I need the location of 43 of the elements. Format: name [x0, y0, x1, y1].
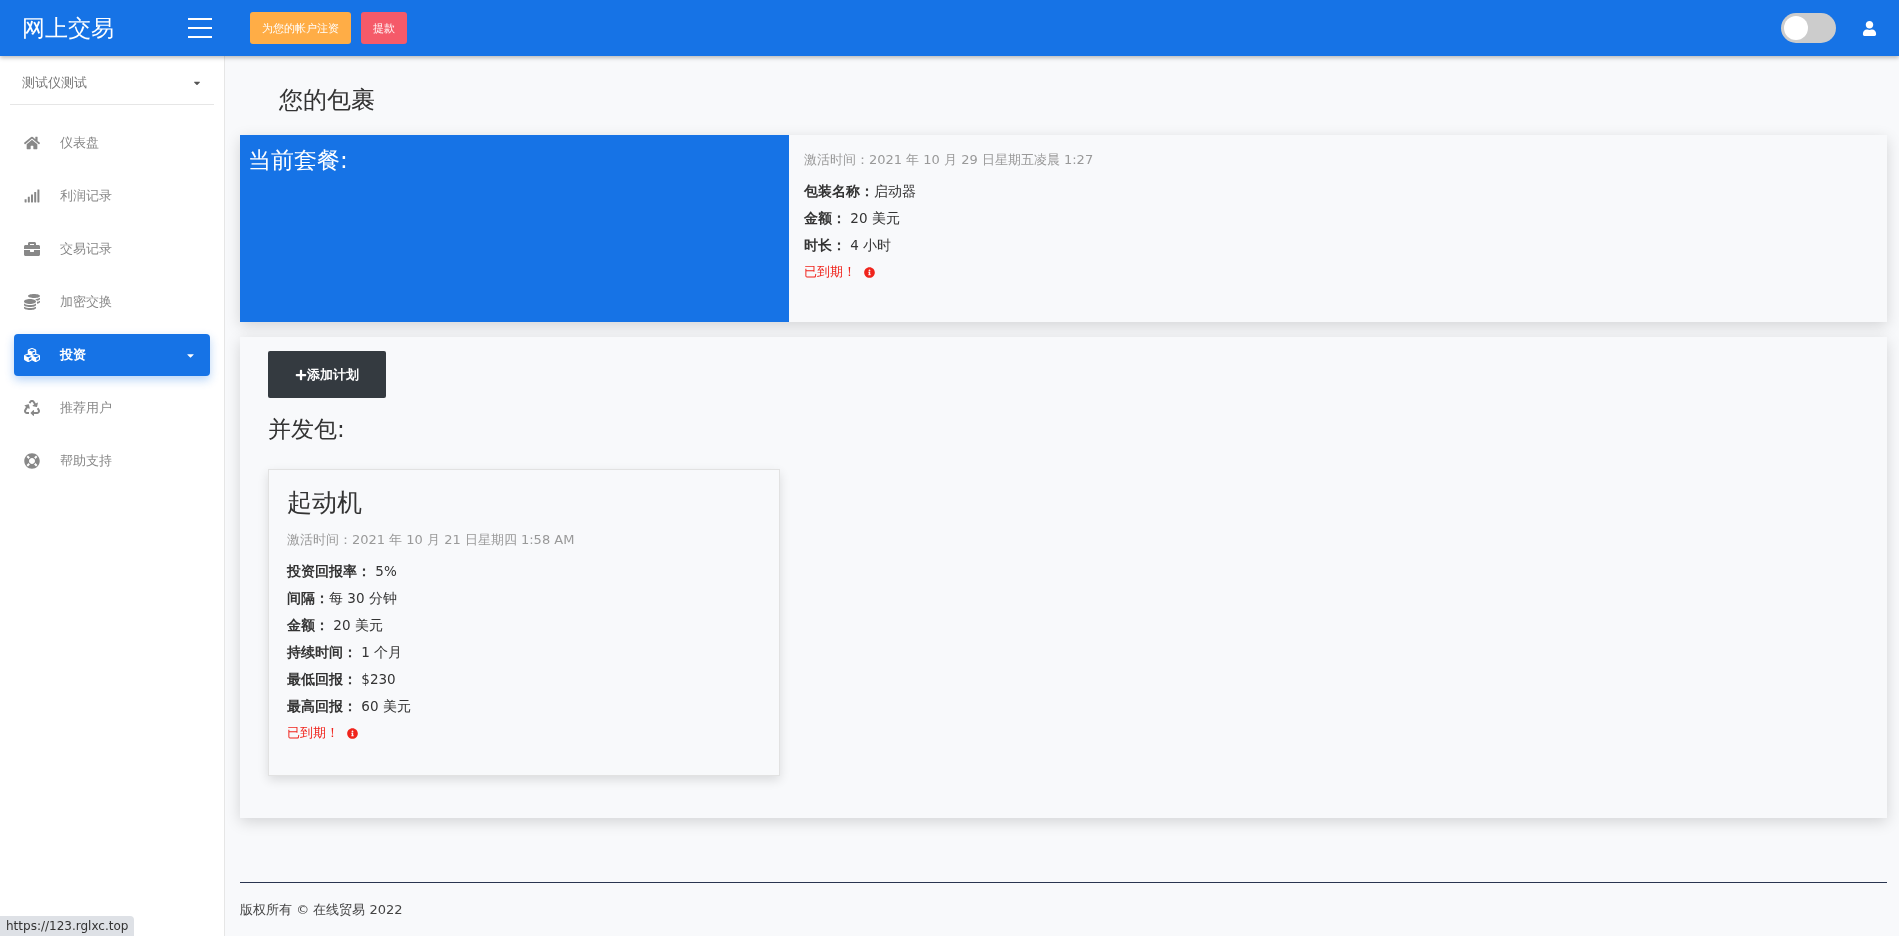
plan-heading: 当前套餐:: [248, 146, 349, 175]
coins-icon: [24, 294, 40, 310]
detail-line: 金额： 20 美元: [287, 617, 384, 635]
brand-title: 网上交易: [22, 13, 115, 43]
withdraw-button[interactable]: 提款: [361, 12, 407, 44]
detail-line: 金额： 20 美元: [804, 210, 901, 228]
section-title: 并发包:: [268, 415, 345, 444]
home-icon: [24, 135, 40, 151]
nav-item[interactable]: 投资: [14, 334, 210, 376]
detail-line: 间隔：每 30 分钟: [287, 590, 398, 608]
page-title: 您的包裹: [279, 85, 376, 116]
life-ring-icon: [24, 453, 40, 469]
user-dropdown[interactable]: 测试仪测试: [10, 70, 214, 105]
detail-line: 包装名称：启动器: [804, 183, 917, 201]
copyright-text: 版权所有 © 在线贸易 2022: [240, 900, 403, 919]
expired-status: 已到期！: [804, 264, 1094, 281]
nav-item[interactable]: 帮助支持: [14, 440, 210, 482]
nav-item[interactable]: 加密交换: [14, 281, 210, 323]
nav-item[interactable]: 利润记录: [14, 175, 210, 217]
menu-icon[interactable]: [188, 18, 212, 38]
expired-status: 已到期！: [287, 725, 761, 742]
activation-time: 激活时间：2021 年 10 月 29 日星期五凌晨 1:27: [804, 151, 1094, 169]
activation-time: 激活时间：2021 年 10 月 21 日星期四 1:58 AM: [287, 531, 576, 549]
status-url: https://123.rglxc.top: [0, 916, 135, 936]
cubes-icon: [24, 347, 40, 363]
nav-item[interactable]: 推荐用户: [14, 387, 210, 429]
detail-line: 时长： 4 小时: [804, 237, 893, 255]
plus-icon: [295, 368, 307, 381]
add-plan-button[interactable]: 添加计划: [268, 351, 386, 398]
detail-line: 投资回报率： 5%: [287, 563, 398, 581]
detail-line: 持续时间： 1 个月: [287, 644, 404, 662]
detail-line: 最低回报： $230: [287, 671, 397, 689]
detail-line: 最高回报： 60 美元: [287, 698, 412, 716]
signal-bars-icon: [24, 188, 40, 204]
user-icon[interactable]: [1862, 20, 1877, 36]
nav-item[interactable]: 交易记录: [14, 228, 210, 270]
briefcase-icon: [24, 241, 40, 257]
recycle-icon: [24, 400, 40, 416]
nav-item[interactable]: 仪表盘: [14, 122, 210, 164]
package-name: 起动机: [287, 487, 363, 519]
info-icon: [347, 728, 358, 739]
info-icon: [864, 267, 875, 278]
theme-toggle[interactable]: [1781, 13, 1836, 43]
